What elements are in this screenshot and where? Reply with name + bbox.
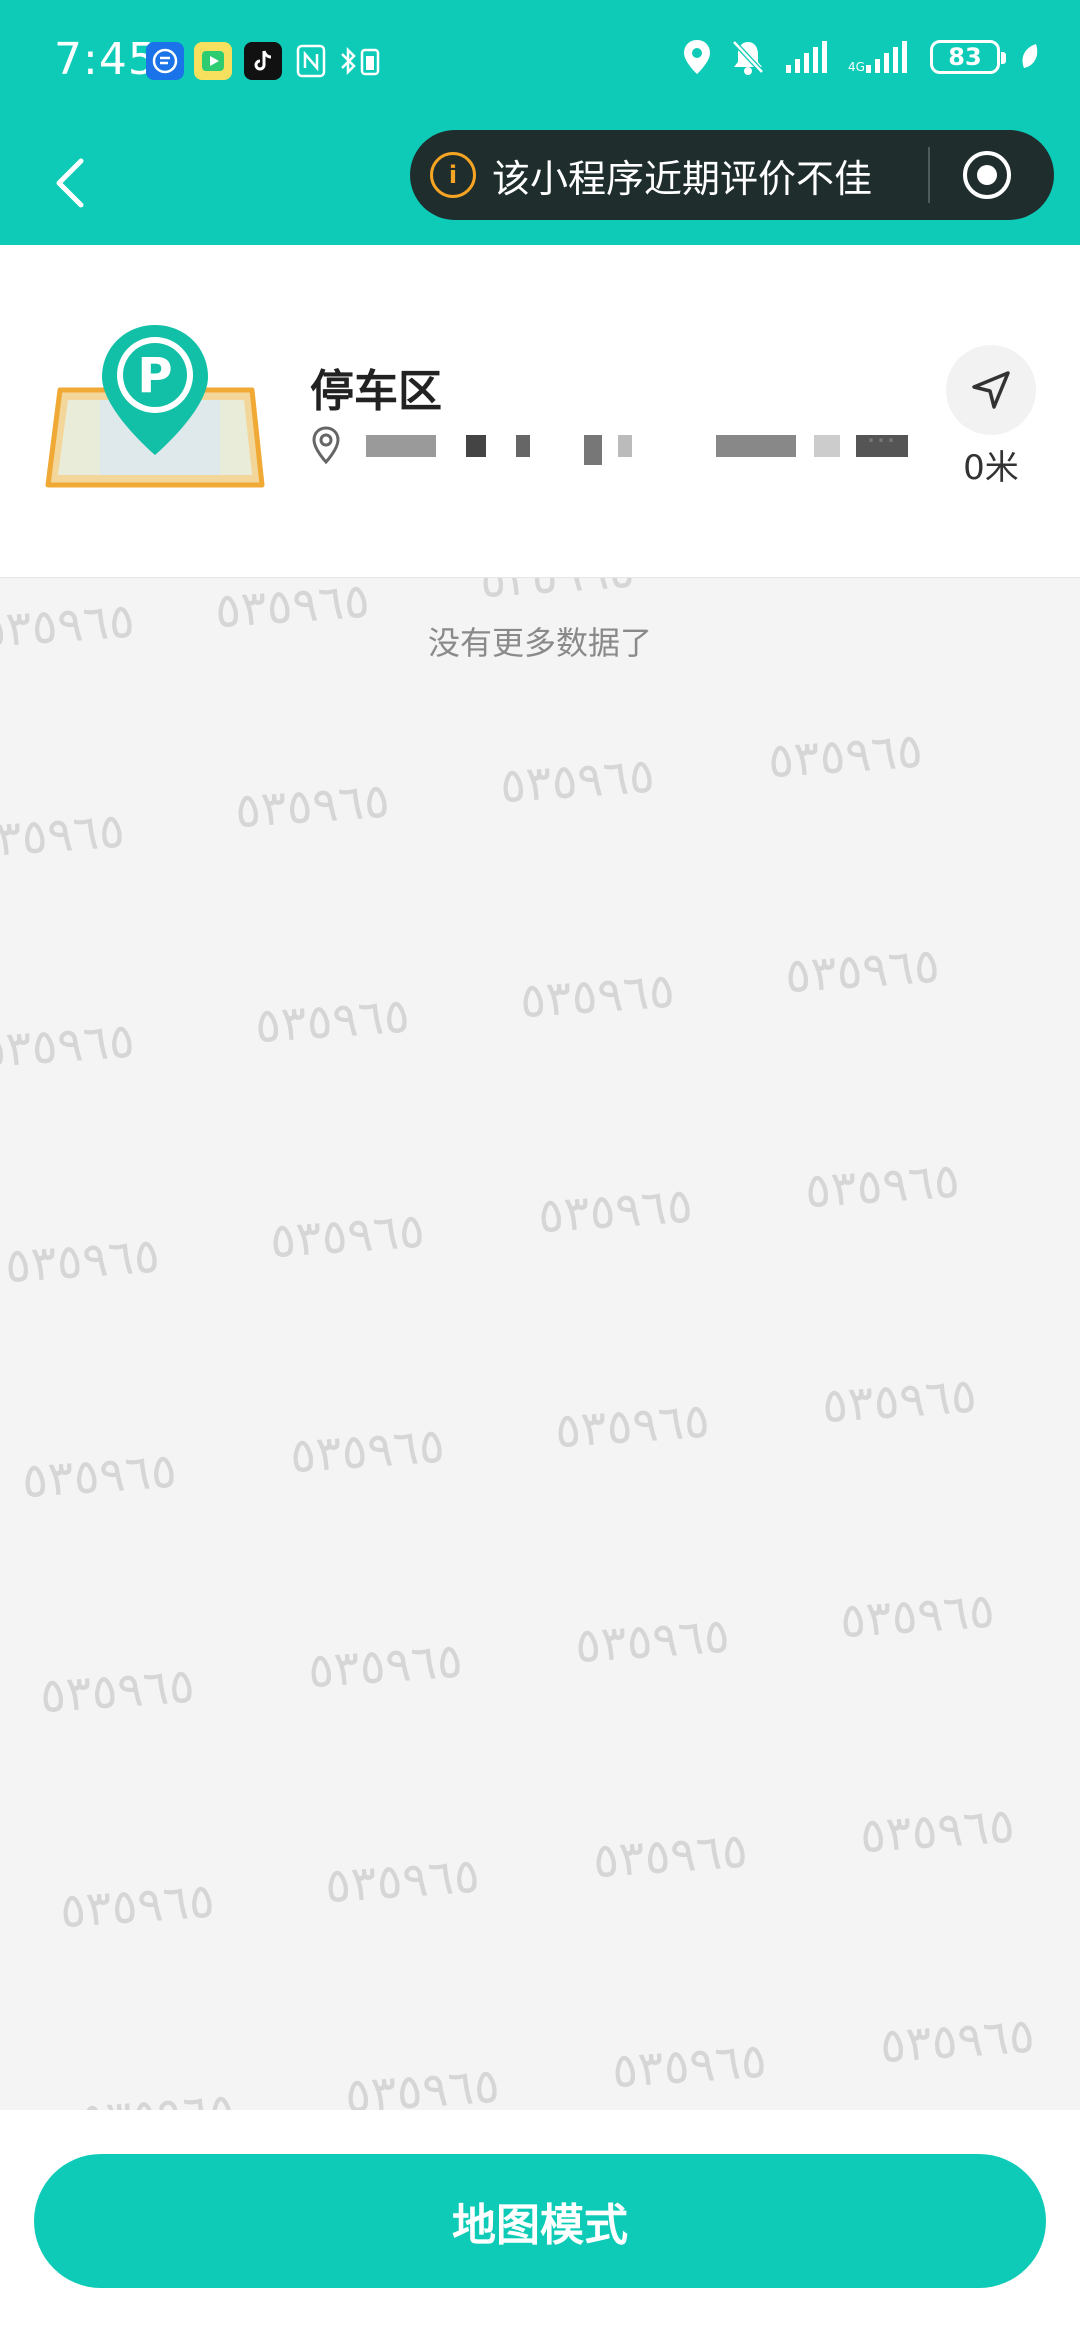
watermark: ٥٣٥٩٦٥ <box>253 987 412 1055</box>
watermark: ٥٣٥٩٦٥ <box>0 1012 137 1080</box>
watermark: ٥٣٥٩٦٥ <box>838 1582 997 1650</box>
watermark: ٥٣٥٩٦٥ <box>610 2032 769 2100</box>
rating-notice[interactable]: i 该小程序近期评价不佳 <box>410 130 1054 220</box>
watermark: ٥٣٥٩٦٥ <box>38 1657 197 1725</box>
watermark: ٥٣٥٩٦٥ <box>518 962 677 1030</box>
no-more-data-text: 没有更多数据了 <box>427 624 652 662</box>
watermark: ٥٣٥٩٦٥ <box>803 1152 962 1220</box>
parking-title: 停车区 <box>310 366 442 417</box>
watermark: ٥٣٥٩٦٥ <box>878 2007 1037 2075</box>
leaf-icon <box>1022 44 1038 68</box>
chevron-left-icon <box>56 158 84 208</box>
bluetooth-battery-icon <box>336 42 386 80</box>
nav-bar: i 该小程序近期评价不佳 <box>0 120 1080 245</box>
watermark: ٥٣٥٩٦٥ <box>820 1367 979 1435</box>
video-app-icon <box>194 42 232 80</box>
watermark: ٥٣٥٩٦٥ <box>766 722 925 790</box>
top-bar: 7:45 4G 83 i 该小程序近期评价不佳 <box>0 0 1080 245</box>
watermark: ٥٣٥٩٦٥ <box>553 1392 712 1460</box>
nfc-icon <box>292 42 330 80</box>
back-button[interactable] <box>44 148 94 218</box>
watermark: ٥٣٥٩٦٥ <box>233 772 392 840</box>
address-row <box>310 425 916 465</box>
distance-label: 0米 <box>963 448 1019 488</box>
watermark: ٥٣٥٩٦٥ <box>3 1227 162 1295</box>
bottom-bar: 地图模式 <box>0 2110 1080 2331</box>
close-target-icon[interactable] <box>960 148 1014 202</box>
watermark: ٥٣٥٩٦٥ <box>268 1202 427 1270</box>
address-ellipsis: … <box>866 415 896 450</box>
signal-icon <box>786 41 827 73</box>
navigation-arrow-icon <box>972 371 1010 409</box>
info-icon: i <box>430 152 476 198</box>
notice-text: 该小程序近期评价不佳 <box>492 156 873 201</box>
pill-divider <box>928 147 930 203</box>
watermark: ٥٣٥٩٦٥ <box>536 1177 695 1245</box>
status-bar: 7:45 4G 83 <box>0 0 1080 120</box>
navigate-button[interactable] <box>946 345 1036 435</box>
watermark: ٥٣٥٩٦٥ <box>78 2083 236 2110</box>
watermark: ٥٣٥٩٦٥ <box>288 1417 447 1485</box>
parking-card[interactable]: P 停车区 … 0米 <box>0 245 1080 578</box>
location-pin-icon <box>312 426 340 465</box>
battery-level: 83 <box>948 43 982 71</box>
watermark: ٥٣٥٩٦٥ <box>858 1797 1017 1865</box>
watermark: ٥٣٥٩٦٥ <box>498 747 657 815</box>
watermark: ٥٣٥٩٦٥ <box>58 1872 217 1940</box>
message-app-icon <box>146 42 184 80</box>
tiktok-icon <box>244 42 282 80</box>
signal-2-icon: 4G <box>848 41 907 74</box>
address-redacted <box>356 425 916 465</box>
watermark: ٥٣٥٩٦٥ <box>573 1607 732 1675</box>
svg-text:4G: 4G <box>848 60 865 74</box>
watermark: ٥٣٥٩٦٥ <box>343 2057 502 2110</box>
status-time: 7:45 <box>54 34 157 85</box>
watermark: ٥٣٥٩٦٥ <box>323 1847 482 1915</box>
mute-bell-icon <box>732 40 764 75</box>
watermark: ٥٣٥٩٦٥ <box>20 1442 179 1510</box>
watermark: ٥٣٥٩٦٥ <box>478 578 636 609</box>
parking-logo-icon: P <box>45 325 265 488</box>
location-icon <box>684 40 710 74</box>
map-mode-button[interactable]: 地图模式 <box>34 2154 1046 2288</box>
watermark: ٥٣٥٩٦٥ <box>591 1822 750 1890</box>
results-list[interactable]: ٥٣٥٩٦٥ ٥٣٥٩٦٥ ٥٣٥٩٦٥ 没有更多数据了 ٥٣٥٩٦٥ ٥٣٥٩… <box>0 578 1080 2110</box>
watermark: ٥٣٥٩٦٥ <box>0 802 127 870</box>
svg-text:P: P <box>137 348 172 404</box>
screen: 7:45 4G 83 i 该小程序近期评价不佳 P 停车区 … 0米 ٥٣٥٩٦… <box>0 0 1080 2331</box>
watermark: ٥٣٥٩٦٥ <box>306 1632 465 1700</box>
battery-indicator: 83 <box>930 40 1006 74</box>
watermark: ٥٣٥٩٦٥ <box>783 937 942 1005</box>
status-right-icons: 4G 83 <box>682 38 1040 76</box>
